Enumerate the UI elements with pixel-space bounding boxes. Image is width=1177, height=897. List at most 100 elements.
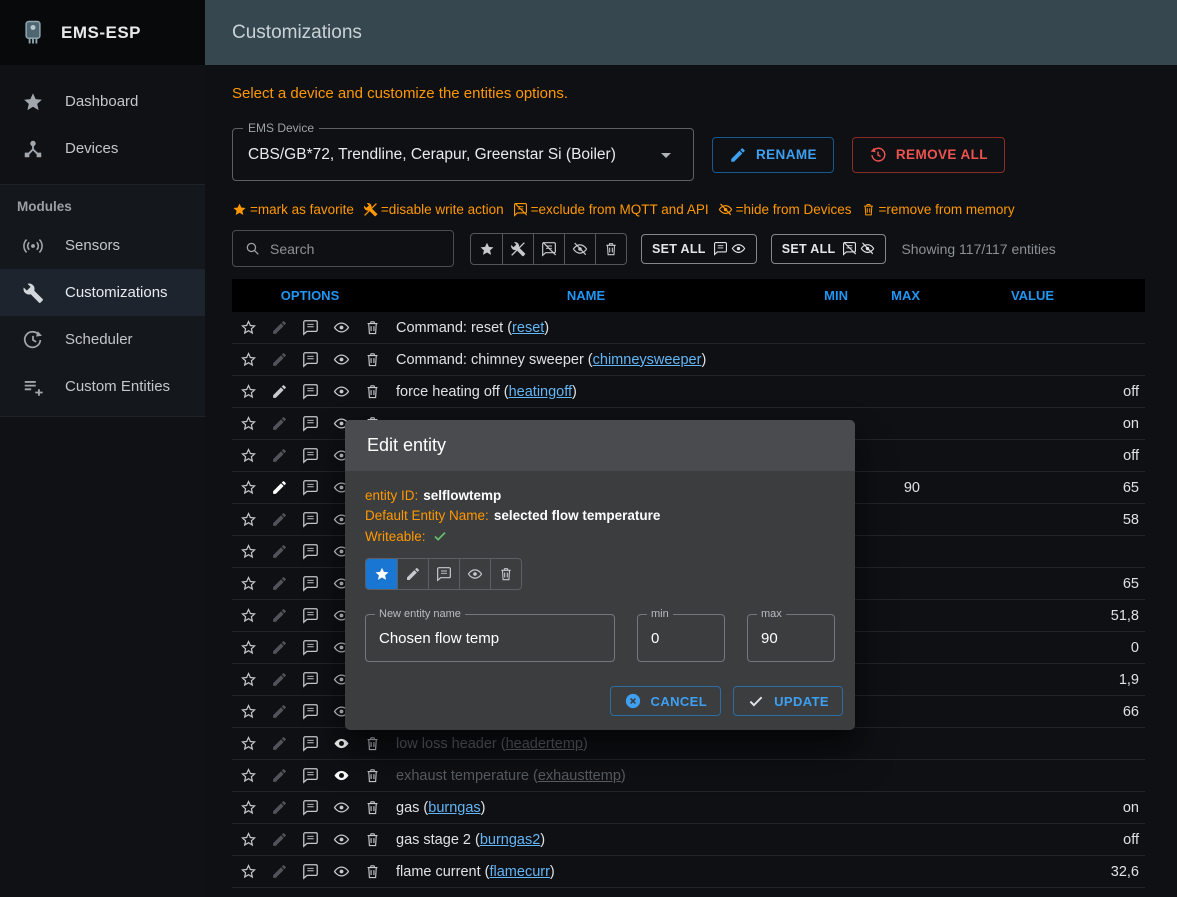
favorite-star-icon[interactable] — [233, 415, 264, 433]
edit-pencil-icon[interactable] — [264, 671, 295, 689]
favorite-star-icon[interactable] — [233, 575, 264, 593]
mqtt-exclude-icon[interactable] — [295, 319, 326, 337]
favorite-star-icon[interactable] — [233, 799, 264, 817]
mqtt-exclude-icon[interactable] — [295, 703, 326, 721]
set-all-hide-button[interactable]: SET ALL — [771, 234, 887, 264]
entity-link[interactable]: heatingoff — [509, 384, 572, 400]
edit-pencil-icon[interactable] — [264, 831, 295, 849]
hide-eye-icon[interactable] — [326, 767, 357, 785]
mqtt-exclude-icon[interactable] — [295, 511, 326, 529]
edit-pencil-icon[interactable] — [264, 351, 295, 369]
edit-pencil-icon[interactable] — [264, 479, 295, 497]
mqtt-exclude-icon[interactable] — [295, 831, 326, 849]
delete-trash-icon[interactable] — [357, 735, 388, 753]
hide-eye-icon[interactable] — [326, 799, 357, 817]
mqtt-exclude-icon[interactable] — [295, 863, 326, 881]
filter-favorite-toggle[interactable] — [471, 234, 502, 264]
entity-link[interactable]: burngas — [428, 800, 480, 816]
hide-eye-icon[interactable] — [326, 351, 357, 369]
edit-pencil-icon[interactable] — [264, 319, 295, 337]
edit-pencil-icon[interactable] — [264, 607, 295, 625]
edit-pencil-icon[interactable] — [264, 383, 295, 401]
entity-link[interactable]: chimneysweeper — [593, 352, 702, 368]
hide-eye-icon[interactable] — [326, 735, 357, 753]
hide-eye-icon[interactable] — [326, 863, 357, 881]
dialog-edit-toggle[interactable] — [397, 559, 428, 589]
delete-trash-icon[interactable] — [357, 831, 388, 849]
favorite-star-icon[interactable] — [233, 607, 264, 625]
filter-disable-write-toggle[interactable] — [502, 234, 533, 264]
favorite-star-icon[interactable] — [233, 511, 264, 529]
favorite-star-icon[interactable] — [233, 351, 264, 369]
delete-trash-icon[interactable] — [357, 351, 388, 369]
mqtt-exclude-icon[interactable] — [295, 575, 326, 593]
sidebar-item-customizations[interactable]: Customizations — [0, 269, 205, 316]
filter-mqtt-exclude-toggle[interactable] — [533, 234, 564, 264]
mqtt-exclude-icon[interactable] — [295, 543, 326, 561]
max-input[interactable] — [761, 630, 821, 647]
edit-pencil-icon[interactable] — [264, 543, 295, 561]
dialog-favorite-toggle[interactable] — [366, 559, 397, 589]
edit-pencil-icon[interactable] — [264, 703, 295, 721]
sidebar-item-sensors[interactable]: Sensors — [0, 222, 205, 269]
new-entity-name-input[interactable] — [379, 630, 601, 647]
update-button[interactable]: UPDATE — [733, 686, 843, 716]
edit-pencil-icon[interactable] — [264, 735, 295, 753]
favorite-star-icon[interactable] — [233, 479, 264, 497]
favorite-star-icon[interactable] — [233, 703, 264, 721]
delete-trash-icon[interactable] — [357, 319, 388, 337]
entity-link[interactable]: flamecurr — [489, 864, 549, 880]
favorite-star-icon[interactable] — [233, 671, 264, 689]
search-input[interactable] — [270, 241, 442, 257]
sidebar-item-custom-entities[interactable]: Custom Entities — [0, 363, 205, 410]
favorite-star-icon[interactable] — [233, 447, 264, 465]
edit-pencil-icon[interactable] — [264, 767, 295, 785]
entity-link[interactable]: headertemp — [506, 736, 583, 752]
edit-pencil-icon[interactable] — [264, 575, 295, 593]
mqtt-exclude-icon[interactable] — [295, 447, 326, 465]
entity-link[interactable]: reset — [512, 320, 544, 336]
sidebar-item-scheduler[interactable]: Scheduler — [0, 316, 205, 363]
entity-link[interactable]: exhausttemp — [538, 768, 621, 784]
edit-pencil-icon[interactable] — [264, 415, 295, 433]
min-input[interactable] — [651, 630, 711, 647]
delete-trash-icon[interactable] — [357, 799, 388, 817]
favorite-star-icon[interactable] — [233, 735, 264, 753]
mqtt-exclude-icon[interactable] — [295, 767, 326, 785]
mqtt-exclude-icon[interactable] — [295, 383, 326, 401]
favorite-star-icon[interactable] — [233, 863, 264, 881]
delete-trash-icon[interactable] — [357, 767, 388, 785]
edit-pencil-icon[interactable] — [264, 863, 295, 881]
entity-link[interactable]: burngas2 — [480, 832, 540, 848]
favorite-star-icon[interactable] — [233, 831, 264, 849]
dialog-mqtt-exclude-toggle[interactable] — [428, 559, 459, 589]
favorite-star-icon[interactable] — [233, 639, 264, 657]
ems-device-select[interactable]: EMS Device CBS/GB*72, Trendline, Cerapur… — [232, 128, 694, 181]
dialog-delete-toggle[interactable] — [490, 559, 521, 589]
mqtt-exclude-icon[interactable] — [295, 351, 326, 369]
delete-trash-icon[interactable] — [357, 383, 388, 401]
sidebar-item-dashboard[interactable]: Dashboard — [0, 78, 205, 125]
filter-hide-toggle[interactable] — [564, 234, 595, 264]
mqtt-exclude-icon[interactable] — [295, 639, 326, 657]
mqtt-exclude-icon[interactable] — [295, 799, 326, 817]
hide-eye-icon[interactable] — [326, 383, 357, 401]
mqtt-exclude-icon[interactable] — [295, 415, 326, 433]
mqtt-exclude-icon[interactable] — [295, 607, 326, 625]
mqtt-exclude-icon[interactable] — [295, 671, 326, 689]
remove-all-button[interactable]: REMOVE ALL — [852, 137, 1005, 173]
edit-pencil-icon[interactable] — [264, 639, 295, 657]
delete-trash-icon[interactable] — [357, 863, 388, 881]
edit-pencil-icon[interactable] — [264, 511, 295, 529]
hide-eye-icon[interactable] — [326, 831, 357, 849]
sidebar-item-devices[interactable]: Devices — [0, 125, 205, 172]
favorite-star-icon[interactable] — [233, 767, 264, 785]
set-all-show-button[interactable]: SET ALL — [641, 234, 757, 264]
edit-pencil-icon[interactable] — [264, 799, 295, 817]
edit-pencil-icon[interactable] — [264, 447, 295, 465]
rename-button[interactable]: RENAME — [712, 137, 834, 173]
favorite-star-icon[interactable] — [233, 543, 264, 561]
cancel-button[interactable]: CANCEL — [610, 686, 722, 716]
favorite-star-icon[interactable] — [233, 319, 264, 337]
filter-delete-toggle[interactable] — [595, 234, 626, 264]
